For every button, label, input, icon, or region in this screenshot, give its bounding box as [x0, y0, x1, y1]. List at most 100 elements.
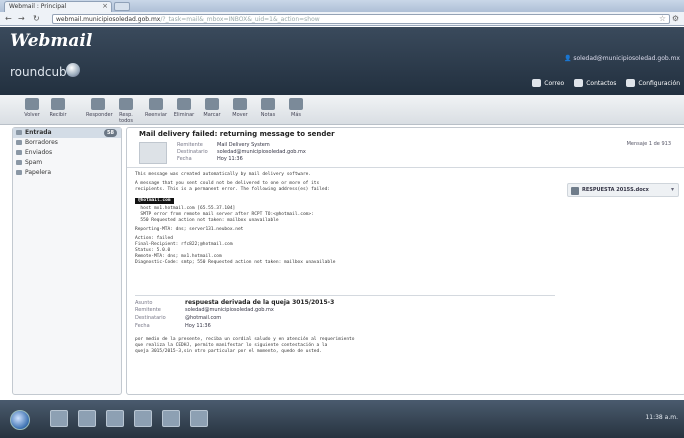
folder-sent[interactable]: Enviados — [13, 148, 121, 158]
reply-icon — [91, 98, 105, 110]
move-button[interactable]: Mover — [228, 98, 252, 118]
close-tab-icon[interactable]: × — [102, 2, 108, 10]
browser-toolbar: ← → ↻ webmail.municipiosoledad.gob.mx/?_… — [0, 12, 684, 26]
reply-all-icon — [119, 98, 133, 110]
reply-button[interactable]: Responder — [86, 98, 113, 118]
folder-spam[interactable]: Spam — [13, 158, 121, 168]
header-to: Destinatario soledad@municipiosoledad.gob… — [177, 149, 306, 155]
sender-name[interactable]: Mail Delivery System — [217, 142, 270, 148]
inbox-icon — [16, 130, 22, 135]
embedded-date: Hoy 11:36 — [185, 323, 211, 329]
folder-trash[interactable]: Papelera — [13, 168, 121, 178]
spam-icon — [16, 160, 22, 165]
inbox-download-icon — [51, 98, 65, 110]
folder-inbox[interactable]: Entrada 58 — [13, 128, 121, 138]
folder-sidebar: Entrada 58 Borradores Enviados Spam Papel… — [12, 127, 122, 395]
body-paragraph: Reporting-MTA: dns; server131.neubox.net — [135, 227, 244, 232]
embedded-date-row: Fecha Hoy 11:36 — [135, 323, 211, 329]
brand-title: Webmail — [10, 31, 93, 51]
sent-icon — [16, 150, 22, 155]
reply-all-button[interactable]: Resp. todos — [114, 98, 138, 124]
message-view: Mail delivery failed: returning message … — [126, 127, 684, 395]
message-subject: Mail delivery failed: returning message … — [139, 130, 335, 138]
bookmark-star-icon[interactable]: ☆ — [659, 14, 666, 23]
header-divider — [127, 167, 684, 168]
taskbar-app-excel[interactable] — [162, 410, 180, 427]
nav-contacts[interactable]: Contactos — [574, 79, 616, 87]
header-date: Fecha Hoy 11:36 — [177, 156, 243, 162]
forward-mail-icon — [149, 98, 163, 110]
start-button[interactable] — [10, 410, 30, 430]
embedded-to-row: Destinatario @hotmail.com — [135, 315, 222, 321]
embedded-from-row: Remitente soledad@municipiosoledad.gob.mx — [135, 307, 274, 313]
contacts-icon — [574, 79, 584, 87]
nav-mail[interactable]: Correo — [532, 79, 564, 87]
recipient-address[interactable]: soledad@municipiosoledad.gob.mx — [217, 149, 306, 155]
delete-button[interactable]: Eliminar — [172, 98, 196, 118]
user-email: soledad@municipiosoledad.gob.mx — [573, 55, 680, 62]
message-counter: Mensaje 1 de 913 — [626, 141, 671, 147]
user-icon: 👤 — [563, 55, 574, 62]
back-icon[interactable]: ← — [5, 14, 12, 23]
forward-icon[interactable]: → — [18, 14, 25, 23]
browser-tab-title: Webmail : Principal — [9, 3, 67, 10]
mark-button[interactable]: Marcar — [200, 98, 224, 118]
arrow-left-icon — [25, 98, 39, 110]
folder-move-icon — [233, 98, 247, 110]
browser-tab-strip: Webmail : Principal × — [0, 0, 684, 12]
browser-tab[interactable]: Webmail : Principal × — [4, 1, 112, 12]
sender-avatar — [139, 142, 167, 164]
embedded-subject: respuesta derivada de la queja 3015/2015… — [185, 299, 335, 306]
new-tab-button[interactable] — [114, 2, 130, 11]
chevron-down-icon[interactable]: ▾ — [671, 186, 674, 193]
embedded-from[interactable]: soledad@municipiosoledad.gob.mx — [185, 307, 274, 313]
pencil-icon — [261, 98, 275, 110]
taskbar-app-chrome[interactable] — [106, 410, 124, 427]
attachment-item[interactable]: RESPUESTA 2015S.docx ▾ — [567, 183, 679, 197]
roundcube-logo-icon — [66, 63, 80, 77]
ellipsis-icon — [289, 98, 303, 110]
unread-count-badge: 58 — [104, 129, 117, 137]
trash-icon — [16, 170, 22, 175]
taskbar-app-word[interactable] — [134, 410, 152, 427]
taskbar-app-media[interactable] — [78, 410, 96, 427]
nav-settings[interactable]: Configuración — [626, 79, 680, 87]
mail-toolbar: Volver Recibir Responder Resp. todos Ree… — [0, 95, 684, 125]
message-body: This message was created automatically b… — [135, 172, 555, 269]
drafts-icon — [16, 140, 22, 145]
failed-address: @hotmail.com — [135, 198, 174, 204]
windows-taskbar: 11:38 a.m. — [0, 400, 684, 438]
back-button[interactable]: Volver — [20, 98, 44, 118]
folder-drafts[interactable]: Borradores — [13, 138, 121, 148]
top-navigation: Correo Contactos Configuración — [532, 77, 680, 89]
system-tray-clock[interactable]: 11:38 a.m. — [645, 414, 678, 421]
body-paragraph: Action: failed Final-Recipient: rfc822;@… — [135, 236, 336, 265]
notes-button[interactable]: Notas — [256, 98, 280, 118]
embedded-to[interactable]: @hotmail.com — [185, 315, 221, 321]
more-button[interactable]: Más — [284, 98, 308, 118]
wrench-icon[interactable]: ⚙ — [672, 14, 679, 23]
webmail-header: Webmail roundcube 👤 soledad@municipiosol… — [0, 27, 684, 95]
address-bar[interactable]: webmail.municipiosoledad.gob.mx/?_task=m… — [52, 14, 670, 24]
taskbar-app-other[interactable] — [190, 410, 208, 427]
document-icon — [571, 187, 579, 195]
roundcube-logo: roundcube — [10, 65, 75, 79]
url-path: /?_task=mail&_mbox=INBOX&_uid=1&_action=… — [160, 16, 320, 23]
mail-icon — [532, 79, 542, 87]
url-host: webmail.municipiosoledad.gob.mx — [56, 16, 161, 23]
trash-icon — [177, 98, 191, 110]
message-date: Hoy 11:36 — [217, 156, 243, 162]
header-from: Remitente Mail Delivery System — [177, 142, 270, 148]
embedded-subject-row: Asunto respuesta derivada de la queja 301… — [135, 299, 335, 306]
body-paragraph: host mx1.hotmail.com [65.55.37.104] SMTP… — [140, 206, 314, 223]
embedded-body: por medio de la presente, reciba un cord… — [135, 337, 355, 354]
logged-user: 👤 soledad@municipiosoledad.gob.mx — [564, 55, 680, 62]
taskbar-app-explorer[interactable] — [50, 410, 68, 427]
reload-icon[interactable]: ↻ — [33, 14, 40, 23]
gear-icon — [626, 79, 636, 87]
attachment-name: RESPUESTA 2015S.docx — [582, 187, 649, 193]
body-paragraph: A message that you sent could not be del… — [135, 181, 331, 192]
flag-icon — [205, 98, 219, 110]
forward-button[interactable]: Reenviar — [144, 98, 168, 118]
get-mail-button[interactable]: Recibir — [46, 98, 70, 118]
